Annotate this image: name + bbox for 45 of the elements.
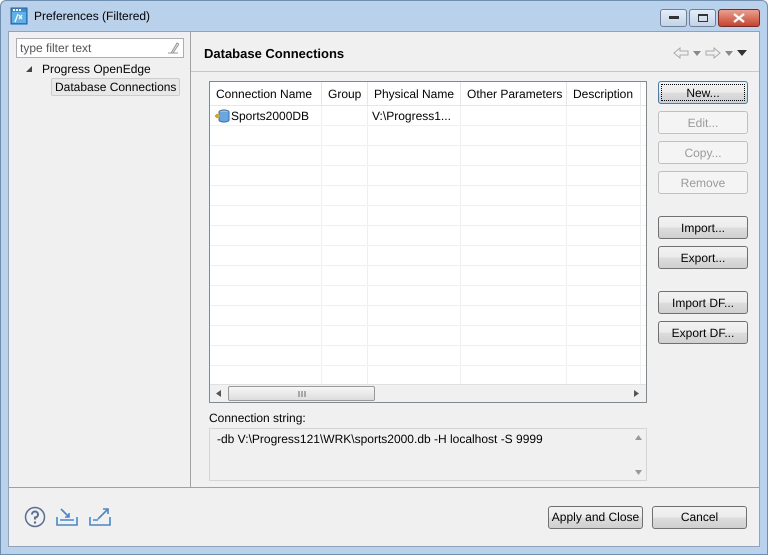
expand-arrow-icon[interactable] [25,65,33,73]
action-button[interactable]: Import... [658,216,748,239]
export-icon[interactable] [88,507,112,527]
column-header[interactable]: Physical Name [368,82,461,105]
dialog-button[interactable]: Cancel [652,506,747,528]
help-icon[interactable] [24,506,46,528]
table-cell: Sports2000DB [231,108,310,122]
dropdown-icon[interactable] [725,50,733,56]
minimize-icon [668,16,678,20]
menu-icon[interactable] [737,50,747,56]
column-header[interactable]: Connection Name [210,82,322,105]
tree-item[interactable]: Database Connections [51,78,180,96]
maximize-icon [698,14,708,22]
column-header[interactable]: Other Parameters [461,82,567,105]
dropdown-icon[interactable] [693,50,701,56]
minimize-button[interactable] [660,9,687,27]
forward-arrow-icon[interactable] [705,47,721,59]
database-icon [214,108,230,124]
scroll-down-icon[interactable] [634,470,642,475]
connection-string-field[interactable]: -db V:\Progress121\WRK\sports2000.db -H localhost -S 9999 [209,428,647,481]
dialog-button[interactable]: Apply and Close [548,506,643,528]
action-button[interactable]: New... [658,81,748,104]
field-label: Connection string: [209,411,307,425]
scroll-up-icon[interactable] [634,435,642,440]
eraser-icon[interactable] [167,42,179,54]
column-header[interactable]: Description [567,82,641,105]
action-button[interactable]: Import DF... [658,291,748,314]
close-button[interactable] [718,9,760,27]
app-icon [10,7,28,25]
tree-item[interactable]: Progress OpenEdge [39,61,154,77]
maximize-button[interactable] [689,9,716,27]
filter-field[interactable]: type filter text [16,38,184,58]
horizontal-scrollbar[interactable] [210,384,646,402]
scroll-right-icon[interactable] [634,390,640,397]
grip-icon [298,390,306,396]
scroll-left-icon[interactable] [216,390,222,397]
table-cell: V:\Progress1... [372,108,451,122]
close-icon [733,13,745,23]
page-title: Database Connections [204,46,344,60]
action-button[interactable]: Export... [658,246,748,269]
window-title: Preferences (Filtered) [34,9,150,23]
action-button[interactable]: Export DF... [658,321,748,344]
back-arrow-icon[interactable] [673,47,689,59]
import-icon[interactable] [55,507,79,527]
column-header[interactable]: Group [322,82,368,105]
